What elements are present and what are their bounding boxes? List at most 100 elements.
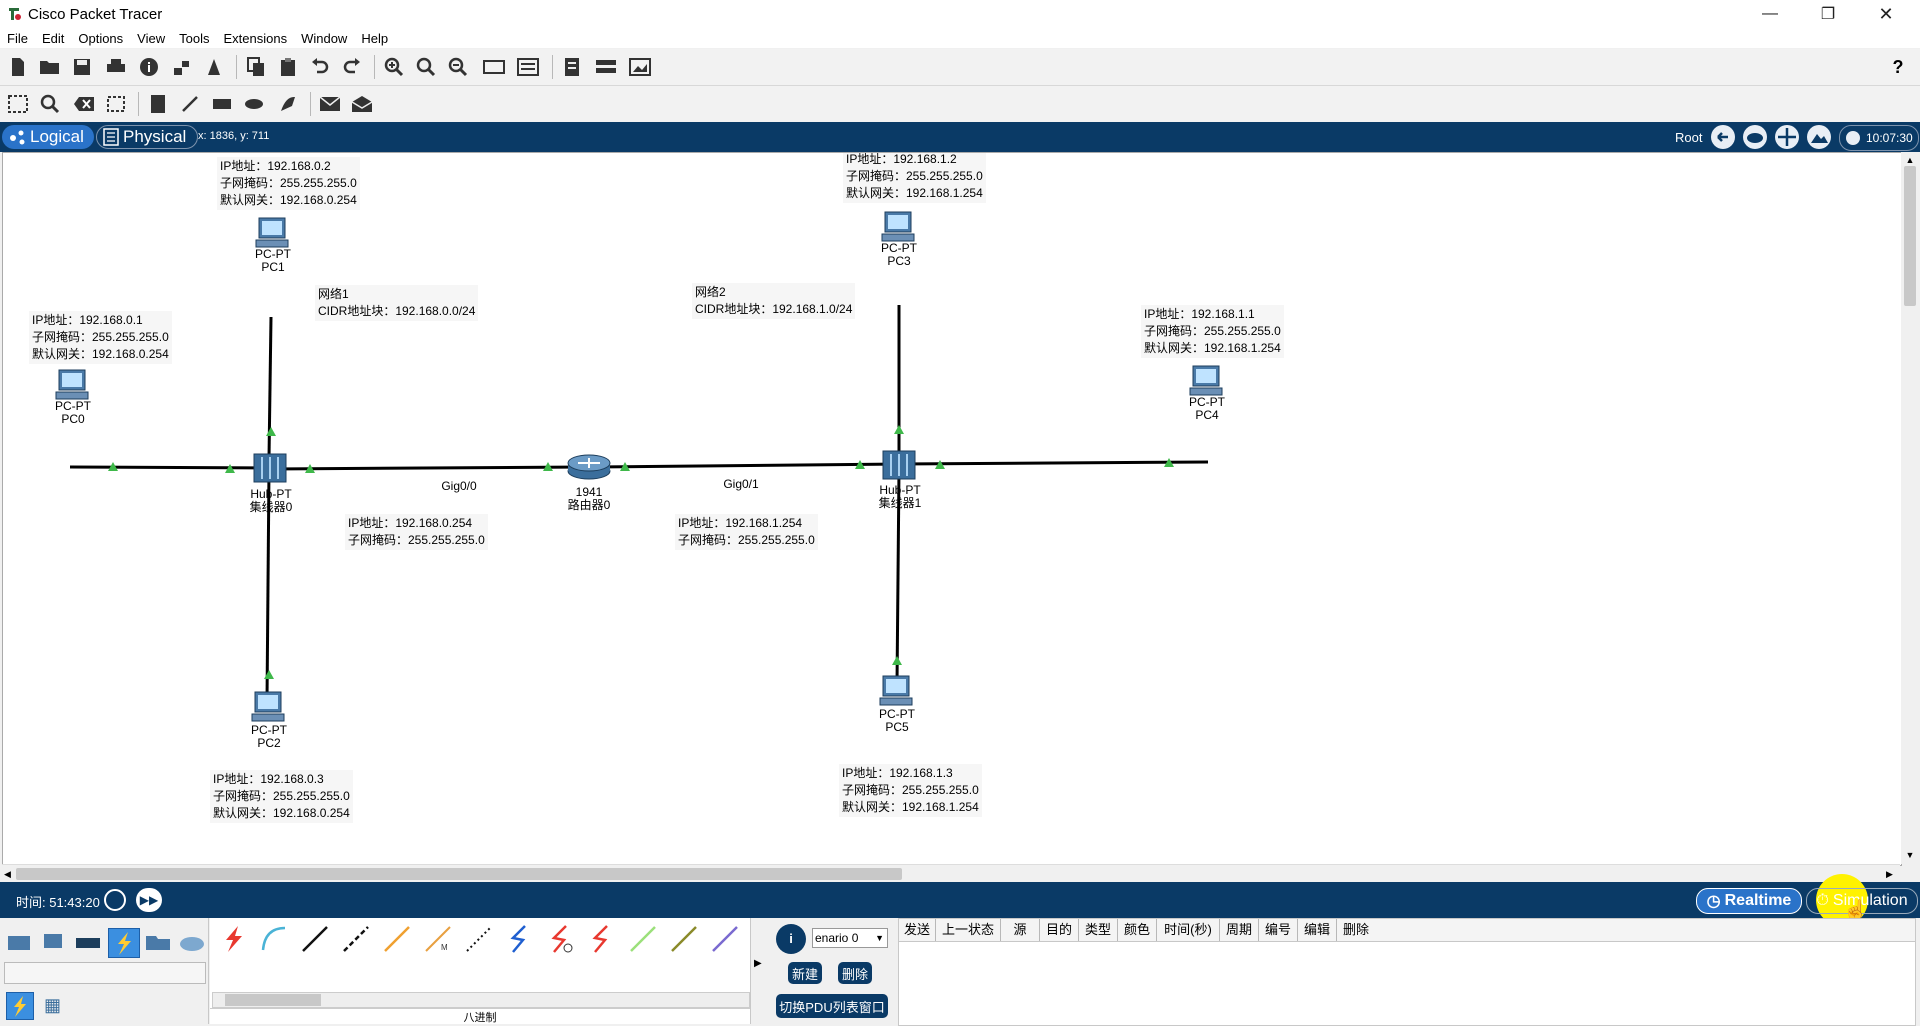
hub-icon[interactable] [882,450,916,480]
draw-line-icon[interactable] [178,93,202,115]
notes-icon[interactable] [560,56,584,78]
note-gateway0[interactable]: IP地址：192.168.0.254 子网掩码：255.255.255.0 [345,514,488,550]
usb-cable-icon[interactable] [667,922,701,956]
note-network2[interactable]: 网络2 CIDR地址块：192.168.1.0/24 [692,283,856,319]
column-header[interactable]: 源 [1001,919,1040,941]
freeform-icon[interactable] [276,93,300,115]
minimize-button[interactable]: — [1742,0,1798,28]
menu-window[interactable]: Window [294,31,354,46]
column-header[interactable]: 上一状态 [936,919,1001,941]
note-pc2[interactable]: IP地址：192.168.0.3 子网掩码：255.255.255.0 默认网关… [210,770,353,823]
hub-icon[interactable] [253,453,287,483]
serial-dce-icon[interactable] [503,922,537,956]
menu-tools[interactable]: Tools [172,31,216,46]
paste-icon[interactable] [276,56,300,78]
collapse-arrow-icon[interactable]: ▶ [754,958,762,969]
info-icon[interactable] [137,56,161,78]
logical-workspace[interactable]: PC-PT PC1 PC-PT PC0 PC-PT PC2 PC-PT PC3 … [2,152,1902,866]
screenshot-icon[interactable] [628,56,652,78]
column-header[interactable]: 发送 [899,919,936,941]
vertical-scrollbar[interactable]: ▲ ▼ [1901,152,1919,864]
network-info-icon[interactable] [170,56,194,78]
grid-icon[interactable]: ▦ [44,996,62,1014]
delete-tool-icon[interactable] [72,93,96,115]
new-scenario-button[interactable]: 新建 [788,962,822,984]
viewport-clock[interactable]: 10:07:30 [1839,125,1919,151]
maximize-button[interactable]: ❐ [1800,0,1856,28]
menu-file[interactable]: File [0,31,35,46]
network-devices-icon[interactable] [6,930,34,954]
note-pc0[interactable]: IP地址：192.168.0.1 子网掩码：255.255.255.0 默认网关… [29,311,172,364]
resize-shape-icon[interactable] [104,93,128,115]
delete-scenario-button[interactable]: 删除 [838,962,872,984]
note-pc3[interactable]: IP地址：192.168.1.2 子网掩码：255.255.255.0 默认网关… [843,153,986,203]
back-icon[interactable] [1711,125,1735,149]
pc-icon[interactable] [251,691,287,723]
coaxial-icon[interactable] [462,922,496,956]
open-folder-icon[interactable] [38,56,62,78]
menu-view[interactable]: View [130,31,172,46]
column-header[interactable]: 删除 [1337,919,1375,941]
copper-straight-through-icon[interactable] [298,922,332,956]
column-header[interactable]: 编号 [1259,919,1298,941]
column-header[interactable]: 颜色 [1118,919,1157,941]
router-icon[interactable] [566,453,612,481]
power-cycle-icon[interactable] [104,889,126,911]
note-pc4[interactable]: IP地址：192.168.1.1 子网掩码：255.255.255.0 默认网关… [1141,305,1284,358]
inspect-icon[interactable] [38,93,62,115]
column-header[interactable]: 目的 [1040,919,1079,941]
place-note-icon[interactable] [146,93,170,115]
pc-icon[interactable] [1189,365,1225,397]
copper-cross-over-icon[interactable] [339,922,373,956]
pc-icon[interactable] [55,369,91,401]
activity-wizard-icon[interactable] [202,56,226,78]
zoom-out-icon[interactable] [446,56,470,78]
console-cable-icon[interactable] [257,922,291,956]
end-devices-icon[interactable] [40,930,68,954]
serial-dte-icon[interactable] [544,922,578,956]
phone-cable-icon[interactable]: M [421,922,455,956]
new-file-icon[interactable] [6,56,30,78]
horizontal-scroll-thumb[interactable] [16,868,902,880]
menu-help[interactable]: Help [354,31,395,46]
connection-scrollbar[interactable] [212,992,750,1008]
column-header[interactable]: 编辑 [1298,919,1337,941]
fast-forward-icon[interactable]: ▶▶ [136,888,162,912]
undo-icon[interactable] [308,56,332,78]
print-icon[interactable] [104,56,128,78]
draw-ellipse-icon[interactable] [242,93,266,115]
move-object-icon[interactable] [1775,125,1799,149]
scenario-info-icon[interactable]: i [776,924,806,954]
copy-icon[interactable] [244,56,268,78]
connections-subtype-icon[interactable] [6,992,34,1020]
horizontal-scrollbar[interactable]: ◀ ▶ [2,864,1900,883]
zoom-in-icon[interactable] [382,56,406,78]
menu-extensions[interactable]: Extensions [216,31,294,46]
add-complex-pdu-icon[interactable] [350,93,374,115]
connection-scroll-thumb[interactable] [225,994,321,1006]
pc-icon[interactable] [879,675,915,707]
close-button[interactable]: ✕ [1858,0,1914,28]
menu-edit[interactable]: Edit [35,31,71,46]
toggle-pdu-list-button[interactable]: 切换PDU列表窗口 [776,994,888,1018]
auto-connection-icon[interactable] [216,922,250,956]
components-icon[interactable] [74,930,102,954]
note-pc5[interactable]: IP地址：192.168.1.3 子网掩码：255.255.255.0 默认网关… [839,764,982,817]
physical-tab[interactable]: Physical [96,125,198,149]
cluster-icon[interactable] [594,56,618,78]
device-search-field[interactable] [4,962,206,984]
vertical-scroll-thumb[interactable] [1904,166,1916,306]
column-header[interactable]: 周期 [1220,919,1259,941]
connections-icon[interactable] [108,928,140,958]
new-cluster-icon[interactable] [1743,125,1767,149]
fiber-icon[interactable] [380,922,414,956]
column-header[interactable]: 类型 [1079,919,1118,941]
multiuser-icon[interactable] [178,930,206,954]
select-tool-icon[interactable] [6,93,30,115]
save-icon[interactable] [70,56,94,78]
draw-rectangle-icon[interactable] [210,93,234,115]
palette-icon[interactable] [482,56,506,78]
custom-device-icon[interactable] [516,56,540,78]
octal-cable-icon[interactable] [585,922,619,956]
add-simple-pdu-icon[interactable] [318,93,342,115]
